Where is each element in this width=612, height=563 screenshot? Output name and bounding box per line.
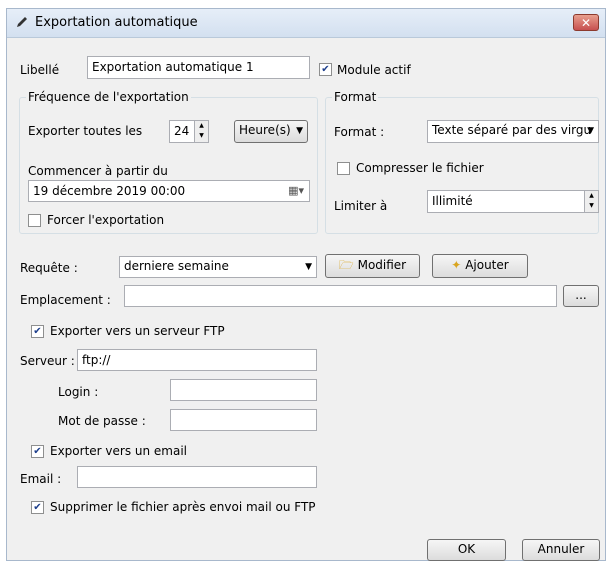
- email-input[interactable]: [77, 466, 317, 488]
- server-label: Serveur :: [20, 354, 75, 368]
- folder-icon: 🗁: [338, 258, 354, 272]
- format-select[interactable]: Texte séparé par des virgu ▼: [427, 120, 599, 143]
- every-value: 24: [174, 124, 190, 138]
- title-bar: Exportation automatique ✕: [7, 9, 605, 38]
- format-value: Texte séparé par des virgu: [432, 123, 592, 137]
- browse-button[interactable]: ...: [563, 285, 599, 307]
- window-title: Exportation automatique: [35, 15, 198, 30]
- limit-spinner[interactable]: ▲ ▼: [584, 191, 598, 212]
- start-date-picker[interactable]: 19 décembre 2019 00:00 ▦▾: [28, 180, 310, 202]
- chevron-down-icon: ▼: [296, 126, 303, 136]
- new-document-icon: ✦: [451, 258, 462, 272]
- close-button[interactable]: ✕: [573, 14, 599, 31]
- start-label: Commencer à partir du: [28, 164, 168, 178]
- login-label: Login :: [58, 385, 99, 399]
- add-button[interactable]: ✦ Ajouter: [432, 254, 528, 278]
- password-input[interactable]: [170, 409, 317, 431]
- format-group-title: Format: [332, 90, 379, 104]
- cancel-button[interactable]: Annuler: [522, 539, 600, 561]
- every-spinner[interactable]: ▲ ▼: [194, 121, 208, 142]
- libelle-label: Libellé: [20, 63, 60, 77]
- compress-label: Compresser le fichier: [356, 161, 484, 175]
- compress-checkbox[interactable]: [337, 162, 350, 175]
- every-label: Exporter toutes les: [28, 124, 143, 138]
- export-ftp-checkbox[interactable]: ✔: [31, 325, 44, 338]
- export-email-checkbox[interactable]: ✔: [31, 445, 44, 458]
- export-dialog: Exportation automatique ✕ Libellé Export…: [6, 8, 606, 561]
- requete-select[interactable]: derniere semaine ▼: [119, 256, 317, 278]
- limit-input[interactable]: Illimité ▲ ▼: [427, 190, 599, 213]
- login-input[interactable]: [170, 379, 317, 401]
- every-input[interactable]: 24 ▲ ▼: [169, 120, 209, 143]
- unit-value: Heure(s): [239, 123, 291, 137]
- modify-label: Modifier: [357, 258, 407, 272]
- delete-after-label: Supprimer le fichier après envoi mail ou…: [50, 500, 316, 514]
- modify-button[interactable]: 🗁 Modifier: [325, 254, 420, 278]
- limit-label: Limiter à: [334, 199, 388, 213]
- export-email-label: Exporter vers un email: [50, 444, 188, 458]
- emplacement-label: Emplacement :: [20, 293, 111, 307]
- chevron-down-icon: ▼: [305, 262, 312, 272]
- chevron-down-icon: ▼: [587, 126, 594, 136]
- limit-value: Illimité: [432, 194, 473, 208]
- frequence-group-title: Fréquence de l'exportation: [26, 90, 191, 104]
- start-date-value: 19 décembre 2019 00:00: [33, 184, 186, 198]
- ok-button[interactable]: OK: [427, 539, 506, 561]
- password-label: Mot de passe :: [58, 414, 146, 428]
- force-export-checkbox[interactable]: [28, 214, 41, 227]
- delete-after-checkbox[interactable]: ✔: [31, 501, 44, 514]
- format-label: Format :: [334, 125, 385, 139]
- force-export-label: Forcer l'exportation: [47, 213, 165, 227]
- export-ftp-label: Exporter vers un serveur FTP: [50, 324, 225, 338]
- add-label: Ajouter: [465, 258, 509, 272]
- emplacement-input[interactable]: [124, 285, 557, 307]
- requete-value: derniere semaine: [124, 259, 229, 273]
- module-actif-label: Module actif: [337, 63, 411, 77]
- pencil-icon: [17, 17, 27, 27]
- calendar-icon[interactable]: ▦▾: [288, 183, 304, 199]
- libelle-input[interactable]: Exportation automatique 1: [87, 56, 310, 79]
- email-label: Email :: [20, 472, 62, 486]
- requete-label: Requête :: [20, 261, 78, 275]
- unit-select[interactable]: Heure(s) ▼: [234, 120, 308, 143]
- module-actif-checkbox[interactable]: ✔: [319, 63, 332, 76]
- server-input[interactable]: ftp://: [77, 349, 317, 371]
